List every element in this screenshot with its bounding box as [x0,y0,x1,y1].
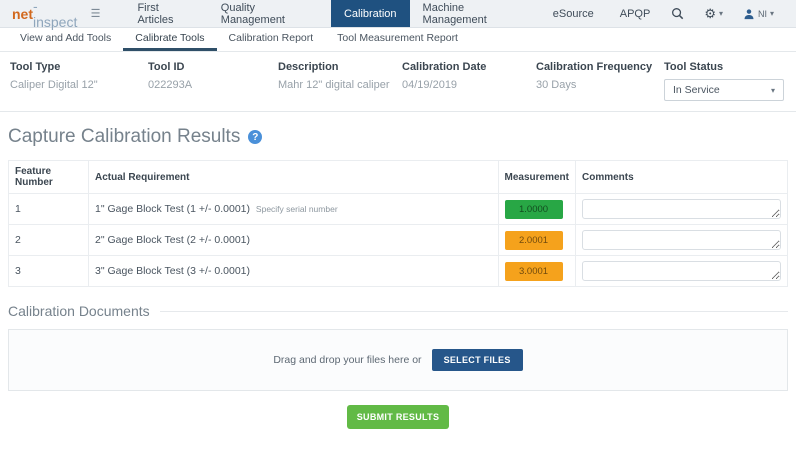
requirement-cell: 3" Gage Block Test (3 +/- 0.0001) [88,255,499,287]
measurement-badge: 3.0001 [504,261,563,281]
comment-input[interactable] [582,230,781,250]
tab-view-and-add-tools[interactable]: View and Add Tools [8,28,123,51]
documents-section-header: Calibration Documents [8,303,788,319]
tool-id-value: 022293A [148,79,193,91]
top-navigation: net -inspect ☰ First Articles Quality Man… [0,0,796,30]
calibration-date-field: Calibration Date 04/19/2019 [402,61,536,101]
comments-cell [575,224,788,256]
header-feature-number: Feature Number [8,160,89,194]
main-nav: First Articles Quality Management Calibr… [124,0,663,27]
table-row: 1 1" Gage Block Test (1 +/- 0.0001) Spec… [8,193,788,225]
settings-menu[interactable]: ⚙ ▾ [696,0,731,27]
tool-status-select[interactable]: In Service ▾ [664,79,784,101]
section-divider [159,310,788,312]
calibration-date-value: 04/19/2019 [402,79,458,91]
calibration-date-label: Calibration Date [402,61,487,73]
tab-tool-measurement-report[interactable]: Tool Measurement Report [325,28,470,51]
tool-type-field: Tool Type Caliper Digital 12" [10,61,148,101]
measurement-cell: 1.0000 [497,193,577,225]
tab-calibrate-tools[interactable]: Calibrate Tools [123,28,217,51]
feature-number-cell: 1 [8,193,89,225]
help-icon[interactable]: ? [248,130,263,144]
documents-title: Calibration Documents [8,303,150,319]
nav-item-esource[interactable]: eSource [540,0,607,27]
user-initials: NI [757,8,767,19]
logo-bold: net [12,5,33,22]
tool-info-panel: Tool Type Caliper Digital 12" Tool ID 02… [0,52,796,112]
tool-status-field: Tool Status In Service ▾ [664,61,786,101]
table-row: 2 2" Gage Block Test (2 +/- 0.0001) 2.00… [8,224,788,256]
nav-item-apqp[interactable]: APQP [607,0,664,27]
requirement-cell: 1" Gage Block Test (1 +/- 0.0001) Specif… [88,193,499,225]
nav-item-quality-management[interactable]: Quality Management [208,0,331,27]
comment-input[interactable] [582,261,781,281]
description-value: Mahr 12" digital caliper [278,79,390,91]
tab-calibration-report[interactable]: Calibration Report [217,28,326,51]
gear-icon: ⚙ [704,5,716,21]
tool-id-label: Tool ID [148,61,185,73]
tool-type-value: Caliper Digital 12" [10,79,98,91]
calibration-frequency-value: 30 Days [536,79,577,91]
calibration-results-table: Feature Number Actual Requirement Measur… [8,160,788,287]
tool-status-label: Tool Status [664,61,724,73]
comments-cell [575,193,788,225]
chevron-down-icon: ▾ [718,9,723,18]
requirement-text: 3" Gage Block Test (3 +/- 0.0001) [95,265,250,277]
menu-toggle-icon[interactable]: ☰ [87,0,111,27]
measurement-badge: 1.0000 [504,199,563,219]
table-header-row: Feature Number Actual Requirement Measur… [8,160,788,194]
header-actual-requirement: Actual Requirement [88,160,499,194]
measurement-badge: 2.0001 [504,230,563,250]
page-title-row: Capture Calibration Results ? [8,126,788,148]
requirement-text: 1" Gage Block Test (1 +/- 0.0001) [95,203,250,215]
submit-results-button[interactable]: SUBMIT RESULTS [346,405,450,429]
table-row: 3 3" Gage Block Test (3 +/- 0.0001) 3.00… [8,255,788,287]
user-menu[interactable]: NI ▾ [735,0,782,27]
app-logo[interactable]: net -inspect [0,0,87,30]
search-icon[interactable] [663,0,692,27]
chevron-down-icon: ▾ [770,85,775,95]
measurement-cell: 3.0001 [497,255,577,287]
feature-number-cell: 2 [8,224,89,256]
header-measurement: Measurement [497,160,577,194]
tool-type-label: Tool Type [10,61,61,73]
submit-row: SUBMIT RESULTS [8,405,788,429]
file-dropzone[interactable]: Drag and drop your files here or SELECT … [8,329,788,391]
calibration-tabbar: View and Add Tools Calibrate Tools Calib… [0,28,796,52]
nav-item-calibration[interactable]: Calibration [330,0,410,27]
main-content: Capture Calibration Results ? Feature Nu… [0,126,796,429]
comments-cell [575,255,788,287]
header-comments: Comments [575,160,788,194]
nav-item-machine-management[interactable]: Machine Management [410,0,540,27]
dropzone-text: Drag and drop your files here or [273,354,422,366]
description-field: Description Mahr 12" digital caliper [278,61,402,101]
nav-right-cluster: ⚙ ▾ NI ▾ [663,0,796,27]
chevron-down-icon: ▾ [769,9,774,18]
tool-status-value: In Service [673,84,720,96]
description-label: Description [278,61,339,73]
calibration-frequency-label: Calibration Frequency [536,61,653,73]
tool-id-field: Tool ID 022293A [148,61,278,101]
measurement-cell: 2.0001 [497,224,577,256]
user-icon [744,8,754,19]
comment-input[interactable] [582,199,781,219]
nav-item-first-articles[interactable]: First Articles [124,0,207,27]
feature-number-cell: 3 [8,255,89,287]
logo-light: -inspect [33,0,78,30]
requirement-text: 2" Gage Block Test (2 +/- 0.0001) [95,234,250,246]
capture-results-title: Capture Calibration Results [8,126,241,147]
requirement-cell: 2" Gage Block Test (2 +/- 0.0001) [88,224,499,256]
select-files-button[interactable]: SELECT FILES [431,349,523,371]
requirement-note: Specify serial number [255,204,338,214]
calibration-page: net -inspect ☰ First Articles Quality Man… [0,0,796,450]
calibration-frequency-field: Calibration Frequency 30 Days [536,61,664,101]
